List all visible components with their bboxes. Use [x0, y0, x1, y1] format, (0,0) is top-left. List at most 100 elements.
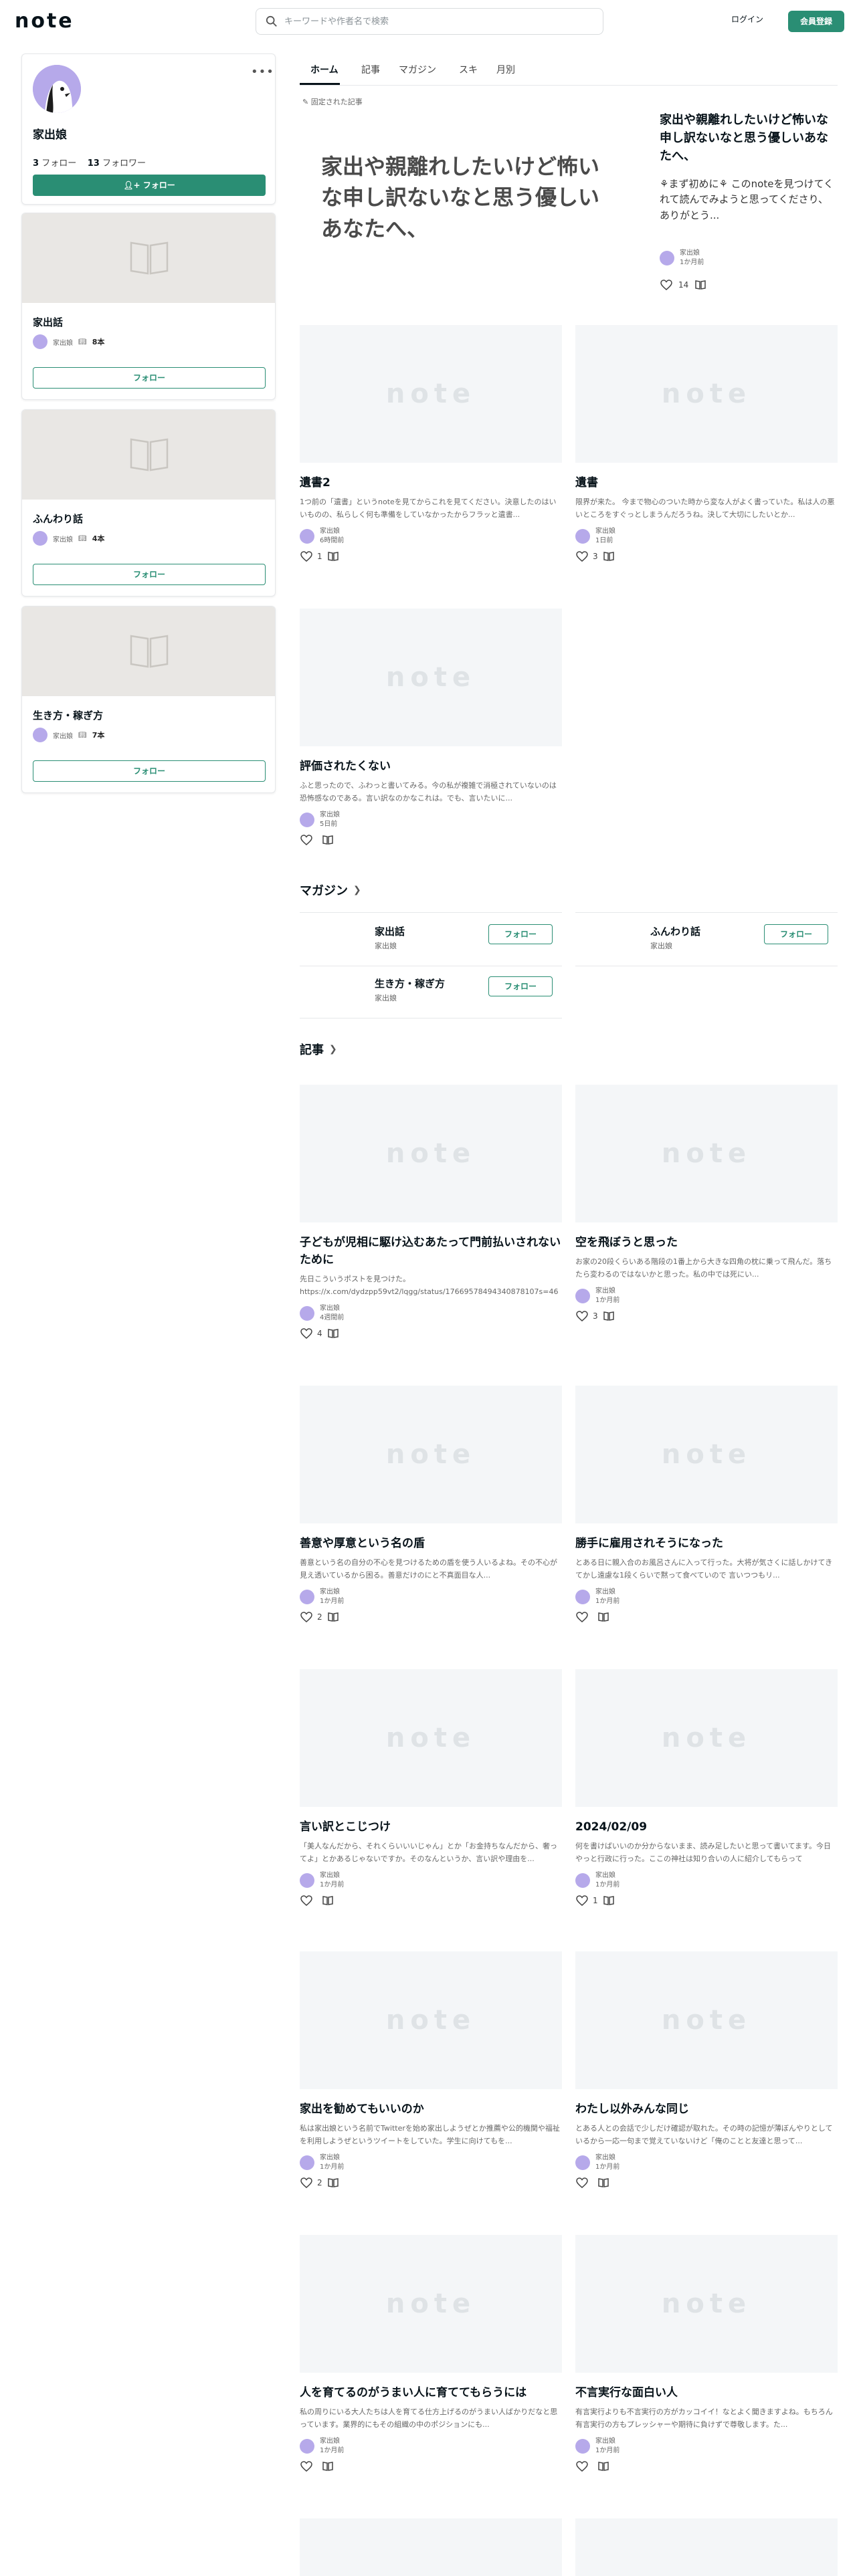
magazine-title[interactable]: ふんわり話: [650, 924, 700, 938]
article-thumbnail[interactable]: [575, 2518, 838, 2576]
article-title[interactable]: 勝手に雇用されそうになった: [575, 1535, 838, 1553]
heart-icon[interactable]: [575, 550, 589, 563]
avatar[interactable]: [300, 528, 314, 544]
follow-user-button[interactable]: 👤︎+ フォロー: [33, 175, 266, 196]
magazine-title[interactable]: 生き方・稼ぎ方: [375, 976, 445, 990]
avatar[interactable]: [575, 528, 590, 544]
follow-magazine-button[interactable]: フォロー: [33, 760, 266, 782]
author-name[interactable]: 家出娘: [320, 2437, 344, 2446]
article-thumbnail[interactable]: note: [575, 1386, 838, 1523]
follow-magazine-button[interactable]: フォロー: [488, 924, 553, 944]
profile-name[interactable]: 家出娘: [33, 125, 67, 142]
magazine-title[interactable]: 生き方・稼ぎ方: [33, 708, 103, 722]
magazine-author[interactable]: 家出娘: [375, 940, 397, 951]
avatar[interactable]: [33, 65, 81, 113]
magazine-list-item[interactable]: 生き方・稼ぎ方 家出娘 フォロー: [300, 970, 562, 1018]
add-to-magazine-icon[interactable]: [602, 1309, 615, 1323]
article-title[interactable]: 人を育てるのがうまい人に育ててもらうには: [300, 2385, 562, 2402]
author-name[interactable]: 家出娘: [320, 1304, 344, 1313]
follower-count[interactable]: 13: [88, 158, 100, 169]
sidebar-magazine-card[interactable]: ふんわり話 家出娘 📖︎ 4本 フォロー: [21, 409, 276, 597]
magazine-author[interactable]: 家出娘: [650, 940, 672, 951]
pinned-thumbnail[interactable]: 家出や親離れしたいけど怖い な申し訳ないなと思う優しい あなたへ、: [300, 111, 634, 298]
article-title[interactable]: 評価されたくない: [300, 758, 562, 776]
article-title[interactable]: 子どもが児相に駆け込むあたって門前払いされないために: [300, 1235, 562, 1269]
author-name[interactable]: 家出娘: [595, 1588, 619, 1597]
author-name[interactable]: 家出娘: [320, 2153, 344, 2163]
follow-magazine-button[interactable]: フォロー: [488, 976, 553, 996]
article-thumbnail[interactable]: note: [300, 1669, 562, 1807]
author-name[interactable]: 家出娘: [320, 527, 344, 536]
article-thumbnail[interactable]: note: [575, 1951, 838, 2089]
add-to-magazine-icon[interactable]: [326, 2176, 340, 2189]
article-thumbnail[interactable]: note: [300, 1951, 562, 2089]
heart-icon[interactable]: [300, 1327, 313, 1340]
search-input[interactable]: [284, 9, 592, 34]
search-box[interactable]: [256, 8, 603, 35]
tab-monthly[interactable]: 月別: [496, 63, 515, 76]
tab-articles[interactable]: 記事: [361, 63, 380, 76]
add-to-magazine-icon[interactable]: [326, 1327, 340, 1340]
avatar[interactable]: [300, 1589, 314, 1604]
pinned-title[interactable]: 家出や親離れしたいけど怖いな申し訳ないなと思う優しいあなたへ、: [660, 111, 838, 165]
tab-likes[interactable]: スキ: [459, 63, 478, 76]
sidebar-magazine-card[interactable]: 家出話 家出娘 📖︎ 8本 フォロー: [21, 213, 276, 400]
add-to-magazine-icon[interactable]: [321, 2460, 335, 2473]
author-name[interactable]: 家出娘: [680, 249, 704, 258]
add-to-magazine-icon[interactable]: [326, 550, 340, 563]
heart-icon[interactable]: [575, 1894, 589, 1907]
article-thumbnail[interactable]: note: [300, 325, 562, 463]
magazine-list-item[interactable]: ふんわり話 家出娘 フォロー: [575, 918, 838, 966]
heart-icon[interactable]: [575, 2176, 589, 2189]
avatar[interactable]: [300, 2155, 314, 2170]
add-to-magazine-icon[interactable]: [597, 2460, 610, 2473]
article-title[interactable]: 空を飛ぼうと思った: [575, 1235, 838, 1252]
author-name[interactable]: 家出娘: [595, 527, 615, 536]
magazine-list-item[interactable]: 家出話 家出娘 フォロー: [300, 918, 562, 966]
magazine-author[interactable]: 家出娘: [53, 534, 73, 544]
article-thumbnail[interactable]: note: [300, 609, 562, 746]
article-title[interactable]: 遺書2: [300, 475, 562, 492]
add-to-magazine-icon[interactable]: [326, 1610, 340, 1624]
heart-icon[interactable]: [300, 2176, 313, 2189]
add-to-magazine-icon[interactable]: [321, 1894, 335, 1907]
magazine-title[interactable]: 家出話: [375, 924, 405, 938]
article-thumbnail[interactable]: note: [575, 1085, 838, 1222]
heart-icon[interactable]: [300, 2460, 313, 2473]
avatar[interactable]: [300, 812, 314, 827]
article-thumbnail[interactable]: note: [300, 1085, 562, 1222]
author-name[interactable]: 家出娘: [320, 1871, 344, 1881]
add-to-magazine-icon[interactable]: [602, 550, 615, 563]
avatar[interactable]: [300, 1872, 314, 1888]
article-title[interactable]: 善意や厚意という名の盾: [300, 1535, 562, 1553]
magazine-author[interactable]: 家出娘: [53, 337, 73, 347]
heart-icon[interactable]: [660, 278, 673, 292]
heart-icon[interactable]: [300, 833, 313, 847]
article-title[interactable]: わたし以外みんな同じ: [575, 2101, 838, 2119]
sidebar-magazine-card[interactable]: 生き方・稼ぎ方 家出娘 📖︎ 7本 フォロー: [21, 606, 276, 793]
magazine-section-heading[interactable]: マガジン ❯: [300, 881, 361, 899]
author-name[interactable]: 家出娘: [595, 2153, 619, 2163]
follow-magazine-button[interactable]: フォロー: [33, 564, 266, 585]
magazine-title[interactable]: 家出話: [33, 315, 63, 329]
follow-count[interactable]: 3: [33, 158, 39, 169]
avatar[interactable]: [575, 1288, 590, 1303]
author-name[interactable]: 家出娘: [320, 1588, 344, 1597]
articles-section-heading[interactable]: 記事 ❯: [300, 1041, 337, 1058]
article-thumbnail[interactable]: note: [575, 325, 838, 463]
add-to-magazine-icon[interactable]: [694, 278, 707, 292]
tab-home[interactable]: ホーム: [310, 63, 339, 76]
avatar[interactable]: [660, 250, 674, 265]
article-thumbnail[interactable]: note: [575, 2235, 838, 2373]
tab-magazines[interactable]: マガジン: [399, 63, 436, 76]
article-title[interactable]: 言い訳とこじつけ: [300, 1819, 562, 1836]
follower-label[interactable]: フォロワー: [102, 158, 146, 169]
author-name[interactable]: 家出娘: [595, 2437, 619, 2446]
heart-icon[interactable]: [575, 1309, 589, 1323]
avatar[interactable]: [575, 1872, 590, 1888]
author-name[interactable]: 家出娘: [595, 1871, 619, 1881]
avatar[interactable]: [33, 531, 47, 546]
signup-button[interactable]: 会員登録: [788, 11, 844, 32]
heart-icon[interactable]: [575, 1610, 589, 1624]
article-thumbnail[interactable]: note: [300, 2235, 562, 2373]
